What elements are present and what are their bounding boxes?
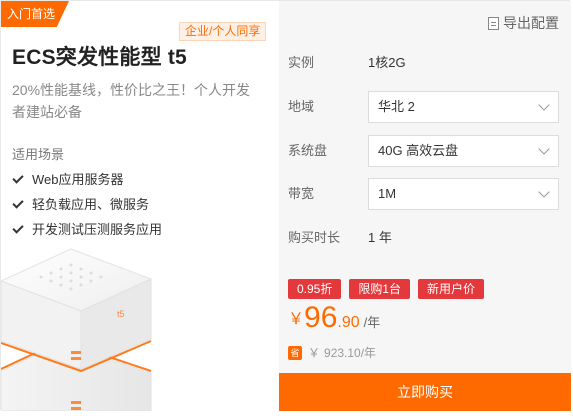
check-icon (12, 171, 24, 184)
illustration-label: t5 (117, 309, 125, 319)
export-config-button[interactable]: 导出配置 (488, 13, 559, 33)
limit-tag: 限购1台 (349, 279, 411, 299)
bandwidth-select[interactable]: 1M (368, 178, 559, 210)
currency-symbol: ￥ (288, 311, 305, 328)
price-decimal: .90 (337, 314, 360, 331)
share-badge: 企业/个人同享 (179, 22, 267, 41)
original-currency: ￥ (308, 346, 321, 360)
buy-now-button[interactable]: 立即购买 (279, 373, 571, 411)
document-icon (488, 16, 499, 30)
select-value: 1M (378, 186, 397, 201)
spec-disk: 系统盘 40G 高效云盘 (279, 135, 571, 167)
select-value: 40G 高效云盘 (378, 143, 459, 158)
config-panel: 导出配置 实例 1核2G 地域 华北 2 系统盘 40G 高效云盘 带宽 1M (279, 1, 571, 411)
spec-region: 地域 华北 2 (279, 91, 571, 123)
spec-instance: 实例 1核2G (279, 47, 571, 79)
promo-tags: 0.95折 限购1台 新用户价 (288, 279, 485, 299)
spec-label: 地域 (288, 99, 315, 114)
scene-heading: 适用场景 (12, 147, 65, 162)
spec-value: 1 年 (368, 230, 392, 245)
chevron-down-icon (538, 143, 550, 155)
list-item: 轻负载应用、微服务 (12, 192, 162, 217)
check-icon (12, 196, 24, 209)
select-value: 华北 2 (378, 99, 415, 114)
product-title: ECS突发性能型 t5 (12, 46, 187, 69)
save-icon: 省 (288, 345, 302, 360)
spec-label: 系统盘 (288, 143, 328, 158)
list-item: Web应用服务器 (12, 167, 162, 192)
discount-tag: 0.95折 (288, 279, 342, 299)
spec-label: 带宽 (288, 186, 315, 201)
original-unit: /年 (360, 346, 377, 360)
spec-value: 1核2G (368, 55, 406, 70)
spec-bandwidth: 带宽 1M (279, 178, 571, 210)
chevron-down-icon (538, 99, 550, 111)
chevron-down-icon (538, 186, 550, 198)
new-user-tag: 新用户价 (418, 279, 485, 299)
spec-label: 实例 (288, 55, 315, 70)
export-label: 导出配置 (503, 15, 559, 31)
product-card: 入门首选 企业/个人同享 ECS突发性能型 t5 20%性能基线，性价比之王！个… (0, 0, 571, 411)
scene-label: 轻负载应用、微服务 (32, 196, 150, 212)
server-illustration: t5 (1, 248, 153, 411)
current-price: ￥96.90/年 (288, 301, 380, 335)
spec-label: 购买时长 (288, 230, 341, 245)
ribbon-badge: 入门首选 (1, 1, 69, 27)
spec-duration: 购买时长 1 年 (279, 222, 571, 254)
price-integer: 96 (304, 301, 338, 334)
disk-select[interactable]: 40G 高效云盘 (368, 135, 559, 167)
product-info-panel: 入门首选 企业/个人同享 ECS突发性能型 t5 20%性能基线，性价比之王！个… (1, 1, 279, 411)
original-value: 923.10 (324, 345, 361, 360)
scene-label: Web应用服务器 (32, 171, 124, 187)
price-unit: /年 (363, 315, 381, 330)
product-description: 20%性能基线，性价比之王！个人开发者建站必备 (12, 82, 251, 120)
original-price: 省 ￥ 923.10 /年 (288, 344, 376, 361)
region-select[interactable]: 华北 2 (368, 91, 559, 123)
